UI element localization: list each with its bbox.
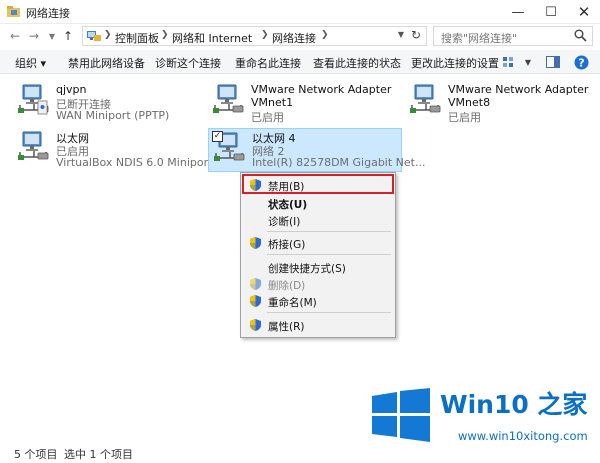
menu-item-label: 状态(U) [268,199,308,211]
breadcrumb-separator: ❯ [261,30,269,40]
connection-device: 已启用 [251,111,284,124]
status-bar: 5 个项目 选中 1 个项目 [0,443,600,463]
help-icon: ? [574,55,588,69]
connection-item-ethernet[interactable]: 以太网 已启用 VirtualBox NDIS 6.0 Miniport ... [16,130,226,170]
view-options-icon [503,57,513,67]
selected-count: 选中 1 个项目 [64,448,133,461]
view-status-button[interactable]: 查看此连接的状态 [313,55,401,71]
uac-shield-icon [250,295,261,307]
connection-status: VMnet8 [448,96,491,109]
connection-item-ethernet-4[interactable]: ✓ 以太网 4 网络 2 Intel(R) 82578DM Gigabit Ne… [208,128,425,172]
address-history-icon[interactable]: ▼ [398,30,404,39]
address-row: ← → ▼ ↑ ❯ 控制面板 ❯ 网络和 Internet ❯ 网络连接 ❯ ▼… [0,24,600,49]
vpn-connection-icon [17,84,49,115]
connection-name: VMware Network Adapter [251,83,392,96]
back-button[interactable]: ← [7,28,23,44]
address-bar[interactable]: ❯ 控制面板 ❯ 网络和 Internet ❯ 网络连接 ❯ ▼ ↻ [82,26,427,46]
back-arrow-icon: ← [9,29,21,43]
connection-status: VMnet1 [251,96,294,109]
change-settings-button[interactable]: 更改此连接的设置 [411,55,499,71]
diagnose-button[interactable]: 诊断这个连接 [155,55,221,71]
connection-name: VMware Network Adapter [448,83,589,96]
forward-button[interactable]: → [26,28,42,44]
breadcrumb-separator: ❯ [161,30,169,40]
item-count: 5 个项目 [14,448,58,461]
ethernet-adapter-icon [17,131,49,161]
forward-arrow-icon: → [28,29,40,43]
breadcrumb-separator: ❯ [321,30,329,40]
search-icon[interactable] [574,29,587,42]
up-button[interactable]: ↑ [60,28,76,44]
menu-separator [267,312,391,313]
uac-shield-icon [250,237,261,249]
menu-item-label: 重命名(M) [268,297,317,309]
search-placeholder: 搜索"网络连接" [441,32,518,45]
organize-button[interactable]: 组织 ▾ [15,55,46,71]
close-icon: ✕ [577,3,591,21]
maximize-icon: ☐ [545,4,557,20]
up-arrow-icon: ↑ [62,29,74,43]
breadcrumb-network-internet[interactable]: 网络和 Internet [172,30,252,46]
menu-item-label: 删除(D) [268,280,306,292]
breadcrumb-separator: ❯ [104,30,112,40]
connection-item-qjvpn[interactable]: qjvpn 已断开连接 WAN Miniport (PPTP) [16,83,206,123]
command-bar: 组织 ▾ 禁用此网络设备 诊断这个连接 重命名此连接 查看此连接的状态 更改此连… [0,50,600,74]
chevron-down-icon: ▼ [524,57,532,67]
recent-locations-button[interactable]: ▼ [44,28,60,44]
menu-item-label: 诊断(I) [268,216,301,228]
view-dropdown-button[interactable]: ▼ [520,54,536,70]
close-button[interactable]: ✕ [568,0,600,24]
window-title: 网络连接 [26,7,70,20]
title-bar: 网络连接 — ☐ ✕ [0,0,600,24]
menu-item-label: 桥接(G) [268,239,306,251]
control-panel-icon [87,31,101,41]
breadcrumb-network-connections[interactable]: 网络连接 [272,30,316,46]
watermark-title: Win10 之家 [440,390,588,419]
highlight-annotation [242,174,394,194]
minimize-button[interactable]: — [502,0,534,24]
network-adapter-icon [409,84,441,114]
connection-device: Intel(R) 82578DM Gigabit Net... [252,156,426,169]
menu-item-properties[interactable]: 属性(R) [242,316,394,334]
connection-device: 已启用 [448,111,481,124]
menu-item-bridge[interactable]: 桥接(G) [242,234,394,252]
menu-item-label: 属性(R) [268,321,305,333]
uac-shield-icon [250,319,261,331]
menu-item-diagnose[interactable]: 诊断(I) [242,211,394,229]
connection-device: WAN Miniport (PPTP) [56,109,170,122]
uac-shield-icon [250,278,261,290]
chevron-down-icon: ▼ [48,31,56,41]
refresh-icon[interactable]: ↻ [411,28,421,42]
network-folder-icon [7,6,20,17]
minimize-icon: — [511,4,525,20]
connection-device: VirtualBox NDIS 6.0 Miniport ... [56,156,227,169]
context-menu: 禁用(B) 状态(U) 诊断(I) 桥接(G) 创建快捷方式(S) 删除(D) … [240,172,396,338]
preview-pane-button[interactable] [545,54,561,70]
menu-item-label: 创建快捷方式(S) [268,263,346,275]
connection-item-vmnet1[interactable]: VMware Network Adapter VMnet1 已启用 [211,83,401,124]
menu-item-delete: 删除(D) [242,275,394,293]
help-button[interactable]: ? [573,54,589,70]
rename-button[interactable]: 重命名此连接 [235,55,301,71]
disable-device-button[interactable]: 禁用此网络设备 [68,55,145,71]
breadcrumb-control-panel[interactable]: 控制面板 [115,30,159,46]
watermark-url: www.win10xitong.com [458,429,588,443]
preview-pane-icon [546,56,560,68]
connection-name: qjvpn [56,83,87,96]
connection-item-vmnet8[interactable]: VMware Network Adapter VMnet8 已启用 [408,83,598,124]
selection-checkbox[interactable]: ✓ [212,131,223,142]
windows-logo [372,388,430,442]
menu-separator [267,231,391,232]
network-adapter-icon [212,84,244,114]
menu-item-rename[interactable]: 重命名(M) [242,292,394,310]
menu-item-create-shortcut[interactable]: 创建快捷方式(S) [242,258,394,276]
search-box[interactable]: 搜索"网络连接" [433,26,593,46]
menu-separator [267,254,391,255]
svg-text:?: ? [578,56,584,69]
maximize-button[interactable]: ☐ [535,0,567,24]
menu-item-status[interactable]: 状态(U) [242,194,394,212]
view-options-button[interactable] [502,54,518,70]
